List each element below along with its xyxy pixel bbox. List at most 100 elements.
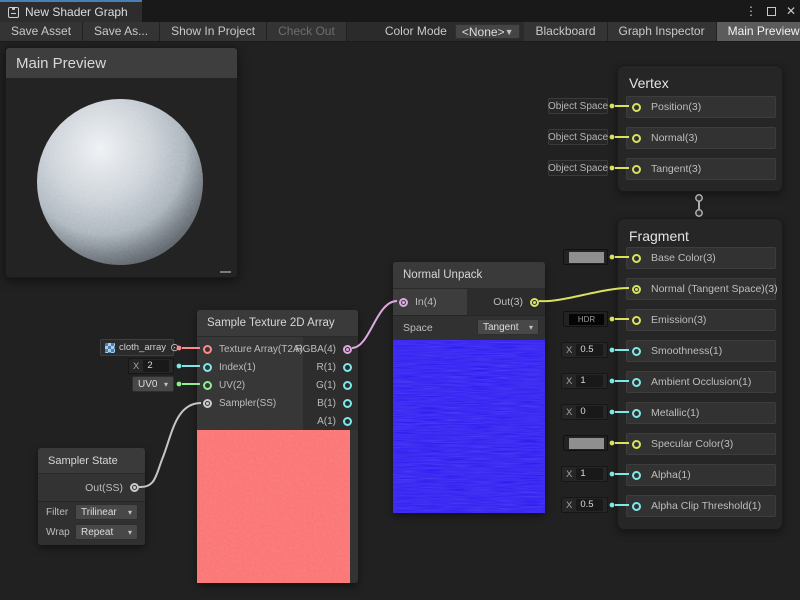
metallic-value[interactable]: 0 bbox=[576, 406, 603, 418]
sample-texture-2d-array-node[interactable]: Sample Texture 2D Array Texture Array(T2… bbox=[197, 310, 358, 583]
base-color-swatch[interactable] bbox=[563, 249, 608, 265]
tab-new-shader-graph[interactable]: New Shader Graph bbox=[0, 0, 142, 22]
alpha-port[interactable] bbox=[632, 471, 641, 480]
output-g: G(1) bbox=[316, 376, 352, 394]
chevron-down-icon: ▾ bbox=[529, 323, 533, 332]
show-in-project-button[interactable]: Show In Project bbox=[160, 22, 267, 41]
toolbar: Save Asset Save As... Show In Project Ch… bbox=[0, 22, 800, 42]
index-port[interactable] bbox=[203, 363, 212, 372]
alpha-field[interactable]: X 1 bbox=[561, 466, 608, 482]
ambient-occlusion-value[interactable]: 1 bbox=[576, 375, 603, 387]
fragment-row-specular-color[interactable]: Specular Color(3) bbox=[626, 433, 776, 455]
fragment-row-smoothness[interactable]: Smoothness(1) bbox=[626, 340, 776, 362]
wrap-dropdown[interactable]: Repeat ▾ bbox=[75, 524, 138, 540]
normal-tangent-port[interactable] bbox=[632, 285, 641, 294]
r-port[interactable] bbox=[343, 363, 352, 372]
fragment-row-alpha[interactable]: Alpha(1) bbox=[626, 464, 776, 486]
in-port[interactable] bbox=[399, 298, 408, 307]
g-port[interactable] bbox=[343, 381, 352, 390]
metallic-port[interactable] bbox=[632, 409, 641, 418]
alpha-clip-field[interactable]: X 0.5 bbox=[561, 497, 608, 513]
object-picker-icon[interactable]: ⊙ bbox=[170, 343, 179, 353]
fragment-row-ambient-occlusion[interactable]: Ambient Occlusion(1) bbox=[626, 371, 776, 393]
vertex-row-normal[interactable]: Normal(3) bbox=[626, 127, 776, 149]
normal-port[interactable] bbox=[632, 134, 641, 143]
sample-node-title[interactable]: Sample Texture 2D Array bbox=[197, 310, 358, 337]
sampler-state-node[interactable]: Sampler State Out(SS) Filter Trilinear ▾… bbox=[38, 448, 145, 545]
sampler-state-title[interactable]: Sampler State bbox=[38, 448, 145, 474]
filter-dropdown[interactable]: Trilinear ▾ bbox=[75, 504, 138, 520]
emission-hdr-swatch[interactable]: HDR bbox=[563, 311, 608, 327]
normal-space-dropdown[interactable]: Object Space bbox=[548, 129, 608, 145]
uv-port[interactable] bbox=[203, 381, 212, 390]
vertex-row-position[interactable]: Position(3) bbox=[626, 96, 776, 118]
texture-array-port[interactable] bbox=[203, 345, 212, 354]
ambient-occlusion-field[interactable]: X 1 bbox=[561, 373, 608, 389]
alpha-clip-value[interactable]: 0.5 bbox=[576, 499, 603, 511]
fragment-row-base-color[interactable]: Base Color(3) bbox=[626, 247, 776, 269]
panel-resize-handle[interactable] bbox=[220, 271, 231, 273]
close-icon[interactable]: ✕ bbox=[786, 0, 796, 22]
position-port[interactable] bbox=[632, 103, 641, 112]
specular-color-port[interactable] bbox=[632, 440, 641, 449]
sampler-port[interactable] bbox=[203, 399, 212, 408]
position-space-dropdown[interactable]: Object Space bbox=[548, 98, 608, 114]
tangent-port[interactable] bbox=[632, 165, 641, 174]
blackboard-toggle-button[interactable]: Blackboard bbox=[524, 22, 607, 41]
texture-asset-name: cloth_array bbox=[119, 342, 166, 353]
vertex-context-block[interactable]: Vertex Position(3) Normal(3) Tangent(3) bbox=[617, 65, 783, 192]
port-label: Out(3) bbox=[493, 296, 523, 308]
base-color-port[interactable] bbox=[632, 254, 641, 263]
emission-port[interactable] bbox=[632, 316, 641, 325]
port-label: Index(1) bbox=[219, 362, 256, 373]
out-ss-port[interactable] bbox=[130, 483, 139, 492]
texture-preview bbox=[197, 430, 350, 583]
normal-unpack-title[interactable]: Normal Unpack bbox=[393, 262, 545, 289]
tangent-space-dropdown[interactable]: Object Space bbox=[548, 160, 608, 176]
b-port[interactable] bbox=[343, 399, 352, 408]
fragment-row-emission[interactable]: Emission(3) bbox=[626, 309, 776, 331]
alpha-clip-port[interactable] bbox=[632, 502, 641, 511]
kebab-menu-icon[interactable]: ⋮ bbox=[745, 0, 757, 22]
rgba-port[interactable] bbox=[343, 345, 352, 354]
port-label: RGBA(4) bbox=[295, 344, 336, 355]
main-preview-toggle-button[interactable]: Main Preview bbox=[717, 22, 800, 41]
port-label: Normal (Tangent Space)(3) bbox=[651, 283, 778, 295]
fragment-context-block[interactable]: Fragment Base Color(3) Normal (Tangent S… bbox=[617, 218, 783, 530]
port-label: R(1) bbox=[317, 362, 336, 373]
fragment-row-metallic[interactable]: Metallic(1) bbox=[626, 402, 776, 424]
alpha-value[interactable]: 1 bbox=[576, 468, 603, 480]
save-as-button[interactable]: Save As... bbox=[83, 22, 160, 41]
color-value bbox=[569, 252, 604, 263]
metallic-field[interactable]: X 0 bbox=[561, 404, 608, 420]
smoothness-field[interactable]: X 0.5 bbox=[561, 342, 608, 358]
normal-unpack-node[interactable]: Normal Unpack In(4) Out(3) Space Tangent… bbox=[393, 262, 545, 513]
specular-color-swatch[interactable] bbox=[563, 435, 608, 451]
x-prefix: X bbox=[566, 345, 572, 356]
x-prefix: X bbox=[566, 469, 572, 480]
graph-inspector-toggle-button[interactable]: Graph Inspector bbox=[608, 22, 717, 41]
smoothness-value[interactable]: 0.5 bbox=[576, 344, 603, 356]
color-mode-label: Color Mode bbox=[377, 22, 455, 41]
index-field[interactable]: X 2 bbox=[128, 358, 174, 374]
maximize-icon[interactable] bbox=[767, 7, 776, 16]
vertex-row-tangent[interactable]: Tangent(3) bbox=[626, 158, 776, 180]
port-label: Specular Color(3) bbox=[651, 438, 733, 450]
texture-array-object-field[interactable]: cloth_array ⊙ bbox=[100, 339, 174, 356]
ambient-occlusion-port[interactable] bbox=[632, 378, 641, 387]
smoothness-port[interactable] bbox=[632, 347, 641, 356]
shader-graph-window: New Shader Graph ⋮ ✕ Save Asset Save As.… bbox=[0, 0, 800, 600]
save-asset-button[interactable]: Save Asset bbox=[0, 22, 83, 41]
a-port[interactable] bbox=[343, 417, 352, 426]
main-preview-header[interactable]: Main Preview bbox=[6, 48, 237, 78]
port-label: Ambient Occlusion(1) bbox=[651, 376, 751, 388]
space-dropdown[interactable]: Tangent ▾ bbox=[477, 319, 539, 335]
preview-sphere[interactable] bbox=[6, 78, 237, 277]
fragment-row-alpha-clip[interactable]: Alpha Clip Threshold(1) bbox=[626, 495, 776, 517]
uv-channel-dropdown[interactable]: UV0 ▾ bbox=[132, 376, 174, 392]
fragment-row-normal-tangent[interactable]: Normal (Tangent Space)(3) bbox=[626, 278, 776, 300]
color-mode-dropdown[interactable]: <None> ▼ bbox=[455, 24, 521, 39]
index-value[interactable]: 2 bbox=[143, 360, 169, 372]
check-out-button: Check Out bbox=[267, 22, 347, 41]
out-port[interactable] bbox=[530, 298, 539, 307]
